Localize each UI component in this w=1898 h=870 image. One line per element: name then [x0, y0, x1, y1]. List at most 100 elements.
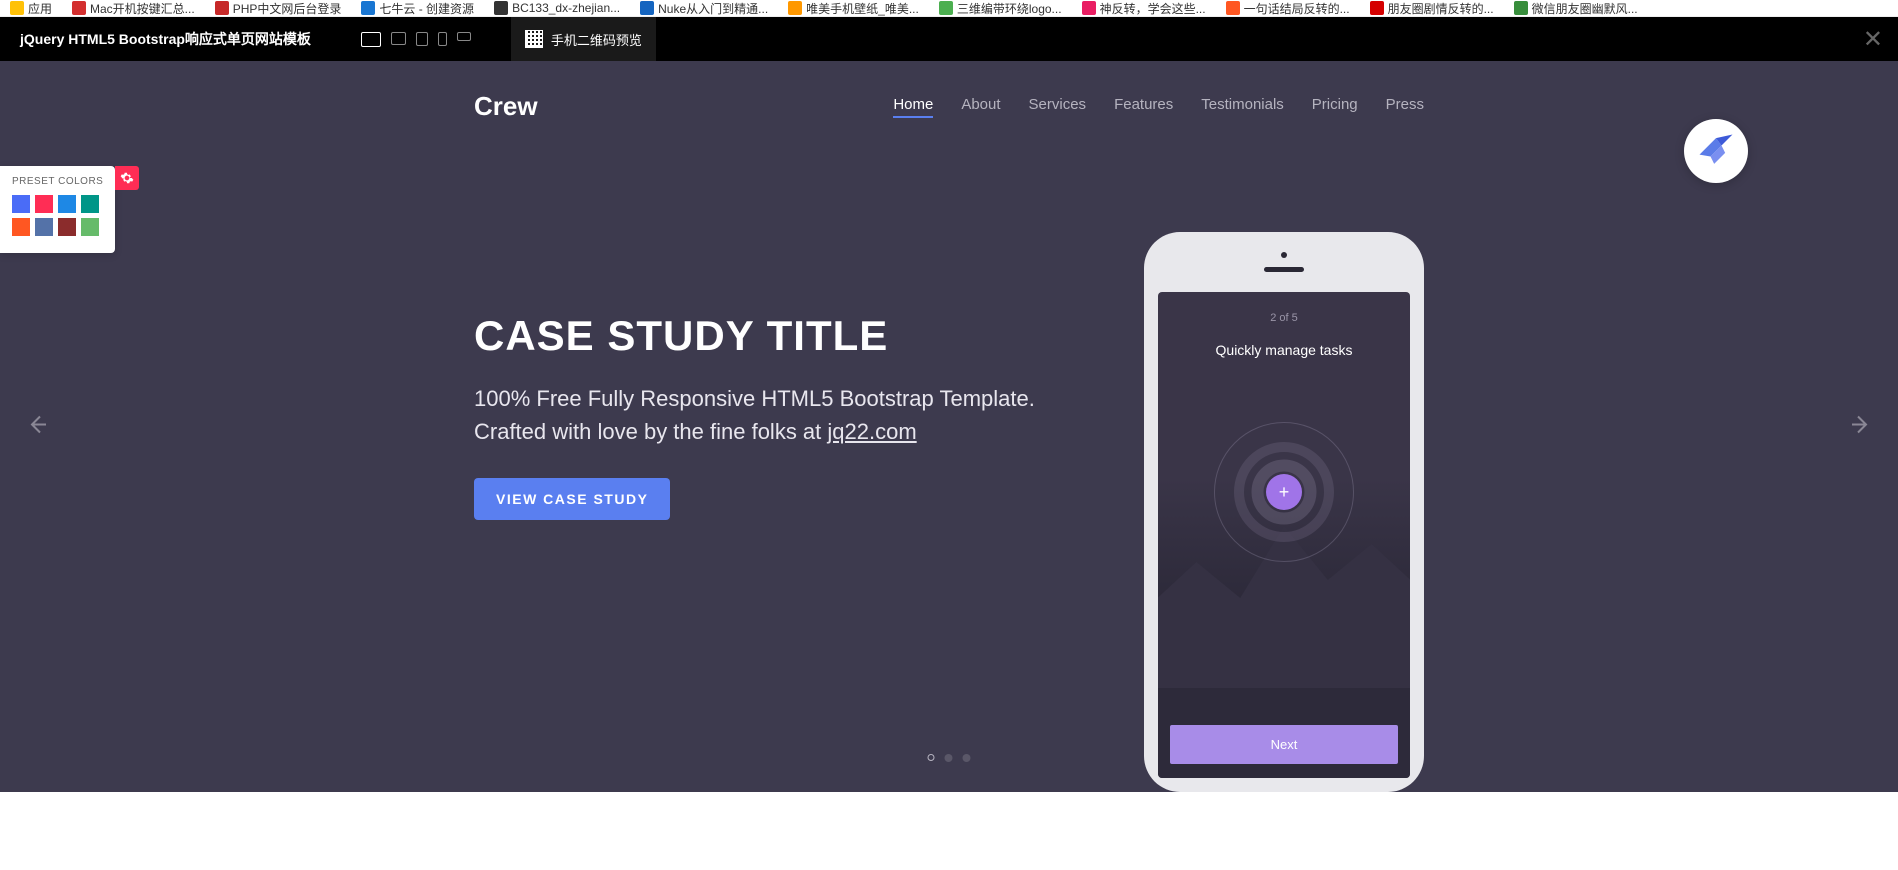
nav-link-testimonials[interactable]: Testimonials [1201, 96, 1284, 118]
favicon-icon [640, 1, 654, 15]
bookmark-item[interactable]: 神反转，学会这些... [1082, 0, 1206, 17]
bookmark-item[interactable]: 唯美手机壁纸_唯美... [788, 0, 919, 17]
color-swatch[interactable] [35, 218, 53, 236]
device-tablet-icon[interactable] [416, 32, 428, 46]
carousel-dot[interactable] [928, 754, 935, 761]
nav-links: Home About Services Features Testimonials Pri… [893, 96, 1424, 118]
qr-label: 手机二维码预览 [551, 30, 642, 49]
bookmark-label: 应用 [28, 0, 52, 17]
device-phone-icon[interactable] [438, 32, 447, 46]
bookmark-item[interactable]: Nuke从入门到精通... [640, 0, 768, 17]
bookmark-label: BC133_dx-zhejian... [512, 1, 620, 15]
nav-link-pricing[interactable]: Pricing [1312, 96, 1358, 118]
next-button[interactable]: Next [1170, 725, 1398, 764]
hero-desc-link[interactable]: jq22.com [827, 419, 916, 444]
color-swatch[interactable] [12, 195, 30, 213]
device-selector [361, 32, 471, 47]
favicon-icon [494, 1, 508, 15]
close-icon[interactable]: ✕ [1863, 25, 1883, 54]
brand-logo[interactable]: Crew [474, 91, 538, 122]
favicon-icon [215, 1, 229, 15]
device-phone-landscape-icon[interactable] [457, 32, 471, 41]
arrow-left-icon [25, 412, 49, 436]
bookmark-item[interactable]: 七牛云 - 创建资源 [361, 0, 474, 17]
favicon-icon [10, 1, 24, 15]
qr-icon [525, 30, 543, 48]
favicon-icon [1514, 1, 1528, 15]
bird-icon [1694, 129, 1738, 173]
favicon-icon [1082, 1, 1096, 15]
preset-colors-title: PRESET COLORS [12, 176, 103, 187]
hero-text: CASE STUDY TITLE 100% Free Fully Respons… [474, 252, 1084, 792]
nav-link-about[interactable]: About [961, 96, 1000, 118]
bookmark-label: 七牛云 - 创建资源 [379, 0, 474, 17]
hero-title: CASE STUDY TITLE [474, 312, 1084, 360]
bookmark-item[interactable]: BC133_dx-zhejian... [494, 1, 620, 15]
qr-preview-button[interactable]: 手机二维码预览 [511, 17, 656, 61]
hero-desc-text: 100% Free Fully Responsive HTML5 Bootstr… [474, 386, 1035, 444]
nav-link-features[interactable]: Features [1114, 96, 1173, 118]
favicon-icon [939, 1, 953, 15]
nav-link-home[interactable]: Home [893, 96, 933, 118]
nav-link-services[interactable]: Services [1029, 96, 1087, 118]
phone-frame: 2 of 5 Quickly manage tasks + Next [1144, 232, 1424, 792]
favicon-icon [361, 1, 375, 15]
favicon-icon [72, 1, 86, 15]
color-swatch[interactable] [35, 195, 53, 213]
bookmark-item[interactable]: PHP中文网后台登录 [215, 0, 342, 17]
preview-title: jQuery HTML5 Bootstrap响应式单页网站模板 [0, 29, 331, 49]
color-row [12, 218, 103, 236]
preset-colors-panel: PRESET COLORS [0, 166, 115, 253]
bookmark-label: 一句话结局反转的... [1244, 0, 1350, 17]
bookmark-label: 唯美手机壁纸_唯美... [806, 0, 919, 17]
hero-content: CASE STUDY TITLE 100% Free Fully Respons… [474, 152, 1424, 792]
view-case-study-button[interactable]: VIEW CASE STUDY [474, 478, 670, 520]
preview-toolbar: jQuery HTML5 Bootstrap响应式单页网站模板 手机二维码预览 … [0, 17, 1898, 61]
bookmark-label: 微信朋友圈幽默风... [1532, 0, 1638, 17]
carousel-prev-button[interactable] [15, 402, 59, 451]
color-swatch[interactable] [58, 195, 76, 213]
color-swatch[interactable] [81, 195, 99, 213]
bookmark-item[interactable]: 应用 [10, 0, 52, 17]
color-swatch[interactable] [58, 218, 76, 236]
screen-counter: 2 of 5 [1270, 312, 1298, 324]
favicon-icon [1370, 1, 1384, 15]
color-swatch[interactable] [12, 218, 30, 236]
phone-mockup: 2 of 5 Quickly manage tasks + Next [1144, 252, 1424, 792]
bookmarks-bar: 应用 Mac开机按键汇总... PHP中文网后台登录 七牛云 - 创建资源 BC133_… [0, 0, 1898, 17]
bookmark-label: 三维编带环绕logo... [957, 0, 1062, 17]
carousel-next-button[interactable] [1839, 402, 1883, 451]
bookmark-label: 神反转，学会这些... [1100, 0, 1206, 17]
phone-screen: 2 of 5 Quickly manage tasks + Next [1158, 292, 1410, 778]
floating-app-logo[interactable] [1684, 119, 1748, 183]
bookmark-item[interactable]: 三维编带环绕logo... [939, 0, 1062, 17]
settings-toggle[interactable] [115, 166, 139, 190]
device-desktop-icon[interactable] [361, 32, 381, 47]
hero-section: Crew Home About Services Features Testimonia… [0, 61, 1898, 792]
site-nav: Crew Home About Services Features Testimonia… [474, 61, 1424, 152]
gear-icon [120, 171, 134, 185]
carousel-dot[interactable] [963, 754, 971, 762]
bookmark-label: PHP中文网后台登录 [233, 0, 342, 17]
phone-camera-icon [1281, 252, 1287, 258]
hero-description: 100% Free Fully Responsive HTML5 Bootstr… [474, 382, 1084, 448]
phone-speaker-icon [1264, 267, 1304, 272]
carousel-dot[interactable] [945, 754, 953, 762]
bookmark-label: Nuke从入门到精通... [658, 0, 768, 17]
arrow-right-icon [1849, 412, 1873, 436]
nav-link-press[interactable]: Press [1386, 96, 1424, 118]
bookmark-label: Mac开机按键汇总... [90, 0, 195, 17]
color-swatch[interactable] [81, 218, 99, 236]
bookmark-item[interactable]: 朋友圈剧情反转的... [1370, 0, 1494, 17]
bookmark-label: 朋友圈剧情反转的... [1388, 0, 1494, 17]
bookmark-item[interactable]: 一句话结局反转的... [1226, 0, 1350, 17]
screen-title: Quickly manage tasks [1216, 342, 1353, 358]
bookmark-item[interactable]: 微信朋友圈幽默风... [1514, 0, 1638, 17]
bookmark-item[interactable]: Mac开机按键汇总... [72, 0, 195, 17]
color-row [12, 195, 103, 213]
favicon-icon [788, 1, 802, 15]
carousel-dots [928, 754, 971, 762]
favicon-icon [1226, 1, 1240, 15]
add-button[interactable]: + [1266, 474, 1302, 510]
device-laptop-icon[interactable] [391, 32, 406, 45]
